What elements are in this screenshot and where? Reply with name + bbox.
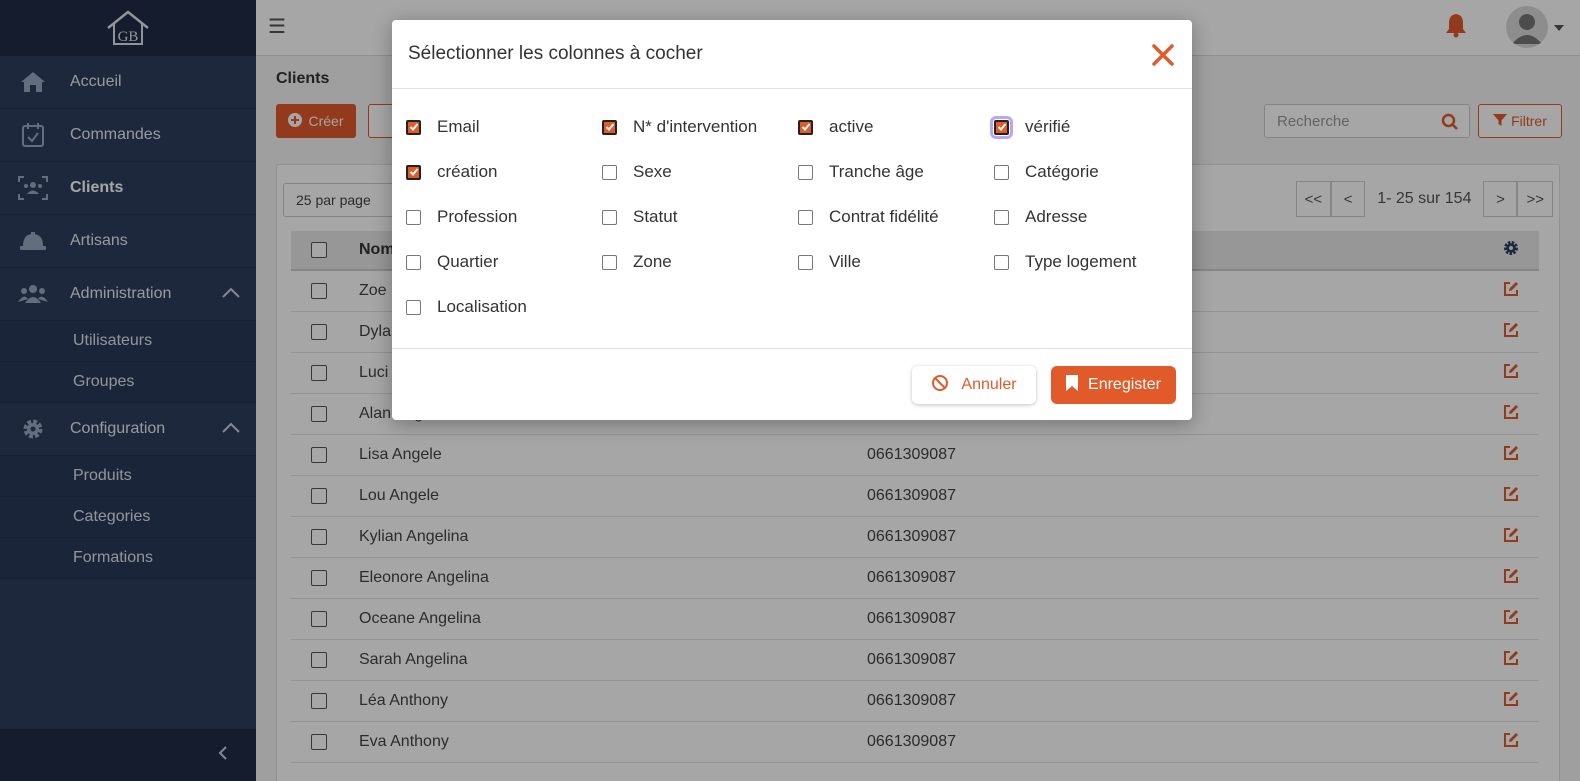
- column-option-checkbox[interactable]: [798, 119, 813, 135]
- column-option-checkbox[interactable]: [406, 254, 421, 270]
- column-option[interactable]: Adresse: [994, 207, 1087, 227]
- column-option[interactable]: Statut: [602, 207, 677, 227]
- column-option-label: Email: [437, 117, 480, 136]
- column-option-checkbox[interactable]: [994, 164, 1009, 180]
- column-option-label: Tranche âge: [829, 162, 924, 181]
- column-option-checkbox[interactable]: [406, 119, 421, 135]
- column-option[interactable]: Ville: [798, 252, 861, 272]
- column-option-checkbox[interactable]: [994, 254, 1009, 270]
- dialog-title: Sélectionner les colonnes à cocher: [408, 43, 703, 64]
- column-option-label: Ville: [829, 252, 861, 271]
- column-option-label: Statut: [633, 207, 678, 226]
- column-option-checkbox[interactable]: [798, 254, 813, 270]
- column-option-checkbox[interactable]: [602, 209, 617, 225]
- column-option-label: N* d'intervention: [633, 117, 758, 136]
- checkmark-icon: [409, 123, 418, 131]
- column-option-label: Zone: [633, 252, 672, 271]
- column-option-checkbox[interactable]: [798, 209, 813, 225]
- column-option-checkbox[interactable]: [602, 119, 617, 135]
- column-option-label: création: [437, 162, 498, 181]
- column-option[interactable]: Tranche âge: [798, 162, 924, 182]
- column-option-checkbox[interactable]: [406, 299, 421, 315]
- column-option-checkbox[interactable]: [798, 164, 813, 180]
- column-option-label: Catégorie: [1025, 162, 1099, 181]
- column-option-checkbox[interactable]: [990, 115, 1013, 139]
- checkmark-icon: [997, 123, 1006, 131]
- column-option[interactable]: Contrat fidélité: [798, 207, 939, 227]
- checkmark-icon: [409, 168, 418, 176]
- dialog-body: Email N* d'intervention active vérifié créat…: [392, 89, 1192, 349]
- column-option-label: Adresse: [1025, 207, 1088, 226]
- column-option[interactable]: Sexe: [602, 162, 672, 182]
- checkmark-icon: [801, 123, 810, 131]
- save-button[interactable]: Enregister: [1051, 366, 1176, 404]
- cancel-button-label: Annuler: [961, 376, 1017, 393]
- column-option-label: Quartier: [437, 252, 499, 271]
- column-option[interactable]: Localisation: [406, 297, 527, 317]
- column-option[interactable]: vérifié: [990, 115, 1071, 139]
- column-option-checkbox[interactable]: [602, 164, 617, 180]
- column-option[interactable]: Zone: [602, 252, 672, 272]
- dialog-header: Sélectionner les colonnes à cocher: [392, 20, 1192, 89]
- column-option[interactable]: Email: [406, 117, 480, 137]
- column-option[interactable]: Type logement: [994, 252, 1137, 272]
- column-option-label: Type logement: [1025, 252, 1137, 271]
- column-option-checkbox[interactable]: [602, 254, 617, 270]
- column-option-label: Profession: [437, 207, 518, 226]
- column-select-dialog: Sélectionner les colonnes à cocher Email…: [392, 20, 1192, 420]
- column-option-label: vérifié: [1025, 117, 1071, 136]
- cancel-button[interactable]: Annuler: [912, 366, 1036, 404]
- column-option[interactable]: Quartier: [406, 252, 498, 272]
- column-option[interactable]: Profession: [406, 207, 517, 227]
- column-option-checkbox[interactable]: [994, 209, 1009, 225]
- column-option[interactable]: active: [798, 117, 873, 137]
- column-option[interactable]: N* d'intervention: [602, 117, 757, 137]
- ban-icon: [931, 374, 949, 397]
- dialog-footer: Annuler Enregister: [392, 348, 1192, 420]
- close-icon[interactable]: [1150, 42, 1176, 68]
- column-option[interactable]: création: [406, 162, 497, 182]
- bookmark-icon: [1066, 374, 1079, 396]
- checkmark-icon: [605, 123, 614, 131]
- save-button-label: Enregister: [1088, 376, 1161, 393]
- column-option-label: active: [829, 117, 874, 136]
- column-option-label: Sexe: [633, 162, 672, 181]
- column-option-label: Localisation: [437, 297, 527, 316]
- column-option-label: Contrat fidélité: [829, 207, 939, 226]
- column-option-checkbox[interactable]: [406, 209, 421, 225]
- column-option-checkbox[interactable]: [406, 164, 421, 180]
- column-option[interactable]: Catégorie: [994, 162, 1099, 182]
